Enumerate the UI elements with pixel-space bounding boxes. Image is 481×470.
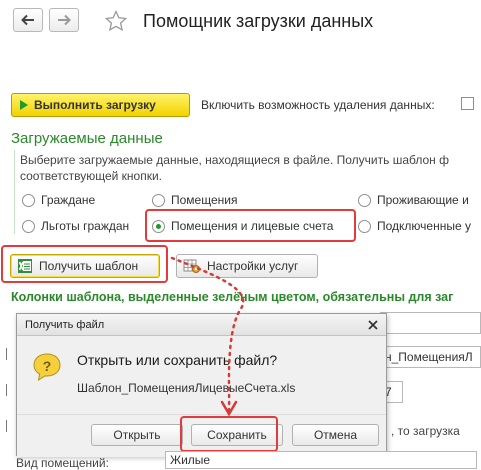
premises-type-field[interactable]: Жилые (165, 451, 477, 469)
pointer-arrow (170, 256, 245, 417)
premises-type-label: Вид помещений: (16, 456, 109, 470)
premises-type-value: Жилые (170, 453, 211, 467)
